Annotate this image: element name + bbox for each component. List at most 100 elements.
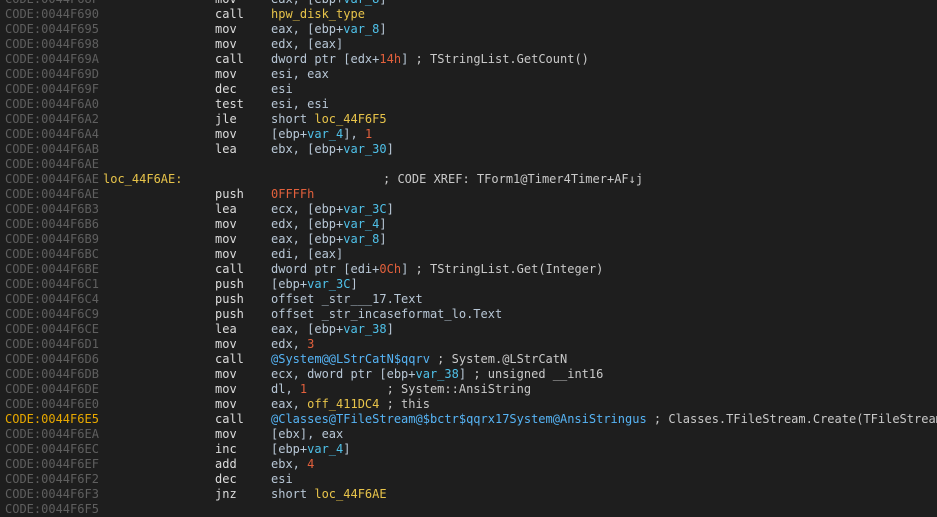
address: CODE:0044F6D1 [5, 337, 99, 351]
disassembly-listing[interactable]: CODE:0044F68Fmoveax, [ebp+var_8]CODE:004… [0, 0, 937, 517]
operands: @Classes@TFileStream@$bctr$qqrx17System@… [271, 412, 937, 427]
disasm-line[interactable]: CODE:0044F6B6 mov edx, [ebp+var_4] [0, 217, 937, 232]
operands: eax, off_411DC4 ; this [271, 397, 430, 412]
disasm-line[interactable]: CODE:0044F6AB lea ebx, [ebp+var_30] [0, 142, 937, 157]
address: CODE:0044F69D [5, 67, 99, 81]
operands: eax, [ebp+var_8] [271, 0, 387, 7]
operand-token: ] [401, 52, 416, 66]
mnemonic: push [215, 277, 244, 291]
disasm-line[interactable]: CODE:0044F6C4 push offset _str___17.Text [0, 292, 937, 307]
disasm-line[interactable]: CODE:0044F6AE push 0FFFFh [0, 187, 937, 202]
operand-token: var_8 [343, 22, 380, 36]
inline-comment: ; TStringList.GetCount() [415, 52, 589, 66]
operand-token: 0Ch [379, 262, 402, 276]
disasm-line[interactable]: CODE:0044F6BE call dword ptr [edi+0Ch] ; T… [0, 262, 937, 277]
mnemonic: dec [215, 472, 237, 486]
operands: @System@@LStrCatN$qqrv ; System.@LStrCat… [271, 352, 567, 367]
disasm-line[interactable]: CODE:0044F6CE lea eax, [ebp+var_38] [0, 322, 937, 337]
address: CODE:0044F6F5 [5, 502, 99, 516]
disasm-line[interactable]: CODE:0044F6E0 mov eax, off_411DC4 ; this [0, 397, 937, 412]
address: CODE:0044F6EA [5, 427, 99, 441]
operand-token: eax, [ebp+ [271, 322, 344, 336]
disasm-line[interactable]: CODE:0044F6B3 lea ecx, [ebp+var_3C] [0, 202, 937, 217]
mnemonic: jnz [215, 487, 237, 501]
disasm-line[interactable]: CODE:0044F698 mov edx, [eax] [0, 37, 937, 52]
address: CODE:0044F6A4 [5, 127, 99, 141]
operand-token: var_4 [307, 442, 344, 456]
address: CODE:0044F6AE [5, 157, 99, 171]
operand-token: ] [379, 22, 387, 36]
operands: edi, [eax] [271, 247, 343, 262]
disasm-line[interactable]: CODE:0044F6EA mov [ebx], eax [0, 427, 937, 442]
inline-comment: ; System::AnsiString [307, 382, 532, 396]
mnemonic: push [215, 292, 244, 306]
operands: eax, [ebp+var_8] [271, 232, 387, 247]
operands: ebx, [ebp+var_30] [271, 142, 394, 157]
disasm-line[interactable]: CODE:0044F6BC mov edi, [eax] [0, 247, 937, 262]
address: CODE:0044F69A [5, 52, 99, 66]
operand-token: dword ptr [edi+ [271, 262, 380, 276]
disasm-line[interactable]: CODE:0044F6F5 [0, 502, 937, 517]
operands: hpw_disk_type [271, 7, 365, 22]
address: CODE:0044F690 [5, 7, 99, 21]
address: CODE:0044F6F2 [5, 472, 99, 486]
operand-token: eax, [271, 397, 308, 411]
disasm-line[interactable]: CODE:0044F6E5 call @Classes@TFileStream@$b… [0, 412, 937, 427]
disasm-line[interactable]: CODE:0044F68F mov eax, [ebp+var_8] [0, 0, 937, 7]
operand-token: var_38 [343, 322, 387, 336]
disasm-line[interactable]: CODE:0044F69D mov esi, eax [0, 67, 937, 82]
operand-token: ] [386, 202, 394, 216]
disasm-line[interactable]: CODE:0044F6EF add ebx, 4 [0, 457, 937, 472]
operand-token: [ebp+ [271, 127, 308, 141]
operand-token: ] [343, 442, 351, 456]
disasm-line[interactable]: CODE:0044F6F2 dec esi [0, 472, 937, 487]
mnemonic: push [215, 187, 244, 201]
disasm-line[interactable]: CODE:0044F6D1 mov edx, 3 [0, 337, 937, 352]
symbol-reference[interactable]: hpw_disk_type [271, 7, 365, 21]
mnemonic: call [215, 52, 244, 66]
operand-token: offset _str___17.Text [271, 292, 423, 306]
symbol-reference[interactable]: @System@@LStrCatN$qqrv [271, 352, 430, 366]
code-label[interactable]: loc_44F6AE: [103, 172, 182, 187]
disasm-line[interactable]: CODE:0044F69F dec esi [0, 82, 937, 97]
disasm-line[interactable]: CODE:0044F6AE [0, 157, 937, 172]
address: CODE:0044F6E0 [5, 397, 99, 411]
symbol-reference[interactable]: loc_44F6AE [314, 487, 386, 501]
disasm-line[interactable]: CODE:0044F6EC inc [ebp+var_4] [0, 442, 937, 457]
disasm-line[interactable]: CODE:0044F6A2 jle short loc_44F6F5 [0, 112, 937, 127]
mnemonic: inc [215, 442, 237, 456]
mnemonic: mov [215, 127, 237, 141]
disasm-line[interactable]: CODE:0044F6C1 push [ebp+var_3C] [0, 277, 937, 292]
operands: offset _str_incaseformat_lo.Text [271, 307, 502, 322]
disasm-line[interactable]: CODE:0044F6B9 mov eax, [ebp+var_8] [0, 232, 937, 247]
disasm-line[interactable]: CODE:0044F6F3 jnz short loc_44F6AE [0, 487, 937, 502]
address: CODE:0044F6EF [5, 457, 99, 471]
operands: esi, esi [271, 97, 329, 112]
symbol-reference[interactable]: off_411DC4 [307, 397, 379, 411]
operands: edx, 3 [271, 337, 314, 352]
operands: esi, eax [271, 67, 329, 82]
disasm-line[interactable]: CODE:0044F6DE mov dl, 1 ; System::AnsiStri… [0, 382, 937, 397]
address: CODE:0044F6C4 [5, 292, 99, 306]
operands: [ebp+var_4] [271, 442, 350, 457]
disasm-line[interactable]: CODE:0044F6A4 mov [ebp+var_4], 1 [0, 127, 937, 142]
address: CODE:0044F68F [5, 0, 99, 7]
inline-comment: ; TStringList.Get(Integer) [415, 262, 604, 276]
mnemonic: mov [215, 427, 237, 441]
symbol-reference[interactable]: @Classes@TFileStream@$bctr$qqrx17System@… [271, 412, 647, 426]
disasm-line[interactable]: CODE:0044F6D6 call @System@@LStrCatN$qqrv … [0, 352, 937, 367]
operand-token: eax, [ebp+ [271, 0, 343, 6]
operand-token: eax, [ebp+ [271, 232, 344, 246]
symbol-reference[interactable]: loc_44F6F5 [314, 112, 386, 126]
mnemonic: mov [215, 22, 237, 36]
mnemonic: mov [215, 37, 237, 51]
disasm-line[interactable]: CODE:0044F6DB mov ecx, dword ptr [ebp+var_… [0, 367, 937, 382]
disasm-line[interactable]: CODE:0044F6C9 push offset _str_incaseforma… [0, 307, 937, 322]
disasm-line[interactable]: CODE:0044F69A call dword ptr [edx+14h] ; T… [0, 52, 937, 67]
operands: eax, [ebp+var_38] [271, 322, 394, 337]
disasm-line[interactable]: CODE:0044F695 mov eax, [ebp+var_8] [0, 22, 937, 37]
disasm-line[interactable]: CODE:0044F6AE loc_44F6AE: ; CODE XREF: TFo… [0, 172, 937, 187]
disasm-line[interactable]: CODE:0044F690 call hpw_disk_type [0, 7, 937, 22]
disasm-line[interactable]: CODE:0044F6A0 test esi, esi [0, 97, 937, 112]
operand-token: 1 [364, 127, 373, 141]
